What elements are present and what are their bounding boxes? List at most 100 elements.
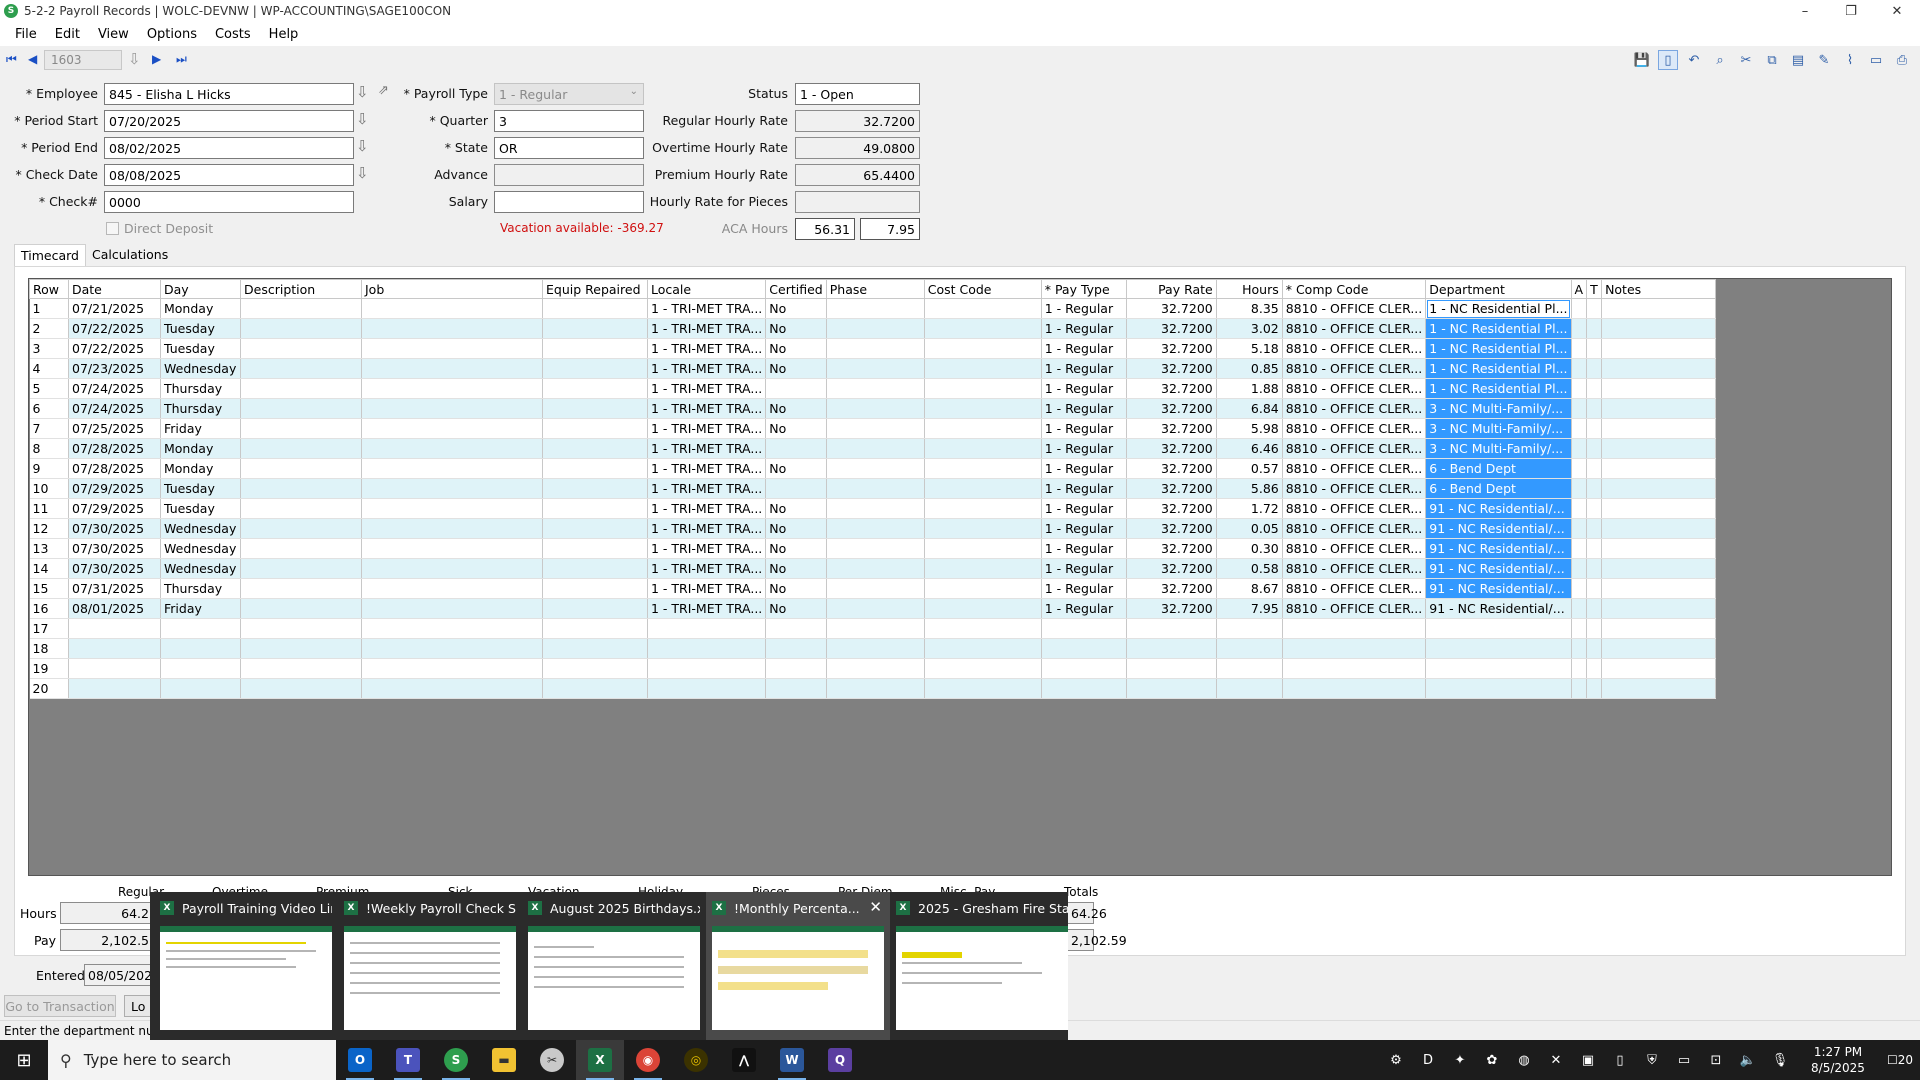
table-cell[interactable] — [240, 598, 362, 619]
table-cell[interactable]: 32.7200 — [1126, 598, 1217, 619]
table-cell[interactable] — [68, 658, 161, 679]
table-cell[interactable]: 6 — [29, 398, 69, 419]
table-cell[interactable]: 07/25/2025 — [68, 418, 161, 439]
table-cell[interactable]: Tuesday — [160, 498, 241, 519]
table-cell[interactable]: 1 - TRI-MET TRA... — [647, 558, 767, 579]
table-cell[interactable]: 17 — [29, 618, 69, 639]
table-cell[interactable] — [1586, 378, 1603, 399]
table-cell[interactable] — [361, 298, 543, 319]
taskbar-snipping-tool[interactable]: ✂ — [528, 1040, 576, 1080]
table-cell[interactable] — [1571, 358, 1588, 379]
table-cell[interactable] — [826, 518, 925, 539]
table-cell[interactable] — [924, 338, 1042, 359]
tab-timecard[interactable]: Timecard — [14, 244, 86, 266]
table-cell[interactable] — [542, 658, 648, 679]
table-cell[interactable]: 1.88 — [1216, 378, 1283, 399]
table-cell[interactable]: 15 — [29, 578, 69, 599]
table-row[interactable]: 17 — [29, 618, 1717, 639]
table-cell[interactable]: 1 - TRI-MET TRA... — [647, 438, 767, 459]
table-cell[interactable] — [924, 658, 1042, 679]
table-cell[interactable] — [1586, 678, 1603, 699]
taskbar-excel[interactable]: X — [576, 1040, 624, 1080]
table-row[interactable]: 20 — [29, 678, 1717, 699]
table-cell[interactable] — [1601, 298, 1717, 319]
column-header-hours[interactable]: Hours — [1215, 279, 1283, 299]
copy-icon[interactable]: ⧉ — [1762, 50, 1782, 70]
table-cell[interactable] — [1586, 358, 1603, 379]
minimize-button[interactable]: – — [1782, 0, 1828, 22]
table-cell[interactable]: 32.7200 — [1126, 358, 1217, 379]
table-cell[interactable]: 1 - Regular — [1041, 458, 1127, 479]
table-cell[interactable]: 8810 - OFFICE CLER... — [1282, 338, 1427, 359]
table-cell[interactable]: 1 - TRI-MET TRA... — [647, 518, 767, 539]
table-cell[interactable] — [240, 458, 362, 479]
column-header-comp-code[interactable]: * Comp Code — [1281, 279, 1427, 299]
table-row[interactable]: 9 07/28/2025 Monday 1 - TRI-MET TRA... No 1 -… — [29, 458, 1717, 479]
table-cell[interactable]: 1 - TRI-MET TRA... — [647, 378, 767, 399]
taskbar-sage[interactable]: S — [432, 1040, 480, 1080]
table-cell[interactable] — [542, 518, 648, 539]
table-cell[interactable] — [826, 578, 925, 599]
table-cell[interactable] — [542, 338, 648, 359]
check-date-lookup-icon[interactable]: ⇩ — [356, 164, 369, 182]
table-cell[interactable]: 10 — [29, 478, 69, 499]
column-header-t[interactable]: T — [1586, 279, 1603, 299]
table-cell[interactable] — [542, 398, 648, 419]
table-cell[interactable] — [361, 338, 543, 359]
table-cell[interactable] — [542, 298, 648, 319]
table-cell[interactable] — [361, 318, 543, 339]
table-cell[interactable] — [1041, 618, 1127, 639]
table-cell[interactable] — [924, 678, 1042, 699]
table-cell[interactable]: 8.35 — [1216, 298, 1283, 319]
column-header-date[interactable]: Date — [68, 279, 161, 299]
table-cell[interactable] — [1601, 378, 1717, 399]
last-record-icon[interactable]: ⏭ — [176, 52, 187, 67]
table-cell[interactable]: 20 — [29, 678, 69, 699]
thumbnail-close-icon[interactable]: ✕ — [869, 898, 882, 916]
table-cell[interactable]: No — [765, 418, 827, 439]
table-cell[interactable]: 91 - NC Residential/... — [1425, 598, 1572, 619]
table-cell[interactable]: 3 — [29, 338, 69, 359]
table-cell[interactable] — [826, 458, 925, 479]
table-cell[interactable]: 5.98 — [1216, 418, 1283, 439]
table-cell[interactable] — [361, 658, 543, 679]
windows-start-icon[interactable]: ⊞ — [0, 1040, 48, 1080]
table-cell[interactable] — [647, 658, 767, 679]
status-field[interactable]: 1 - Open — [795, 83, 920, 105]
menu-file[interactable]: File — [6, 27, 46, 42]
table-cell[interactable] — [1586, 398, 1603, 419]
table-cell[interactable]: 6.84 — [1216, 398, 1283, 419]
table-cell[interactable] — [924, 598, 1042, 619]
table-cell[interactable]: 6 - Bend Dept — [1425, 458, 1572, 479]
table-cell[interactable] — [1601, 398, 1717, 419]
table-cell[interactable]: Wednesday — [160, 558, 241, 579]
table-cell[interactable]: 1 - Regular — [1041, 498, 1127, 519]
column-header-a[interactable]: A — [1570, 279, 1588, 299]
table-cell[interactable] — [924, 378, 1042, 399]
taskbar-outlook[interactable]: O — [336, 1040, 384, 1080]
table-cell[interactable]: 07/30/2025 — [68, 518, 161, 539]
table-cell[interactable] — [240, 318, 362, 339]
maximize-button[interactable]: ❐ — [1828, 0, 1874, 22]
timecard-grid[interactable]: Row Date Day Description Job Equip Repaired Lo… — [29, 279, 1717, 699]
table-cell[interactable] — [361, 358, 543, 379]
menu-view[interactable]: View — [89, 27, 138, 42]
table-cell[interactable]: No — [765, 498, 827, 519]
table-cell[interactable]: 1 - TRI-MET TRA... — [647, 578, 767, 599]
table-cell[interactable] — [1601, 478, 1717, 499]
table-cell[interactable]: 3 - NC Multi-Family/... — [1425, 438, 1572, 459]
table-cell[interactable]: 18 — [29, 638, 69, 659]
table-cell[interactable]: 32.7200 — [1126, 418, 1217, 439]
table-cell[interactable] — [542, 538, 648, 559]
table-cell[interactable]: 13 — [29, 538, 69, 559]
table-cell[interactable]: 1 - TRI-MET TRA... — [647, 418, 767, 439]
table-cell[interactable]: Monday — [160, 458, 241, 479]
table-cell[interactable]: 8810 - OFFICE CLER... — [1282, 398, 1427, 419]
tray-d-icon[interactable]: D — [1412, 1053, 1444, 1068]
thumbnail-payroll-training[interactable]: X Payroll Training Video Link... — [154, 892, 338, 1040]
table-cell[interactable]: 3 - NC Multi-Family/... — [1425, 398, 1572, 419]
table-cell[interactable]: 32.7200 — [1126, 458, 1217, 479]
table-cell[interactable] — [924, 638, 1042, 659]
table-cell[interactable]: 8810 - OFFICE CLER... — [1282, 578, 1427, 599]
menu-costs[interactable]: Costs — [206, 27, 260, 42]
